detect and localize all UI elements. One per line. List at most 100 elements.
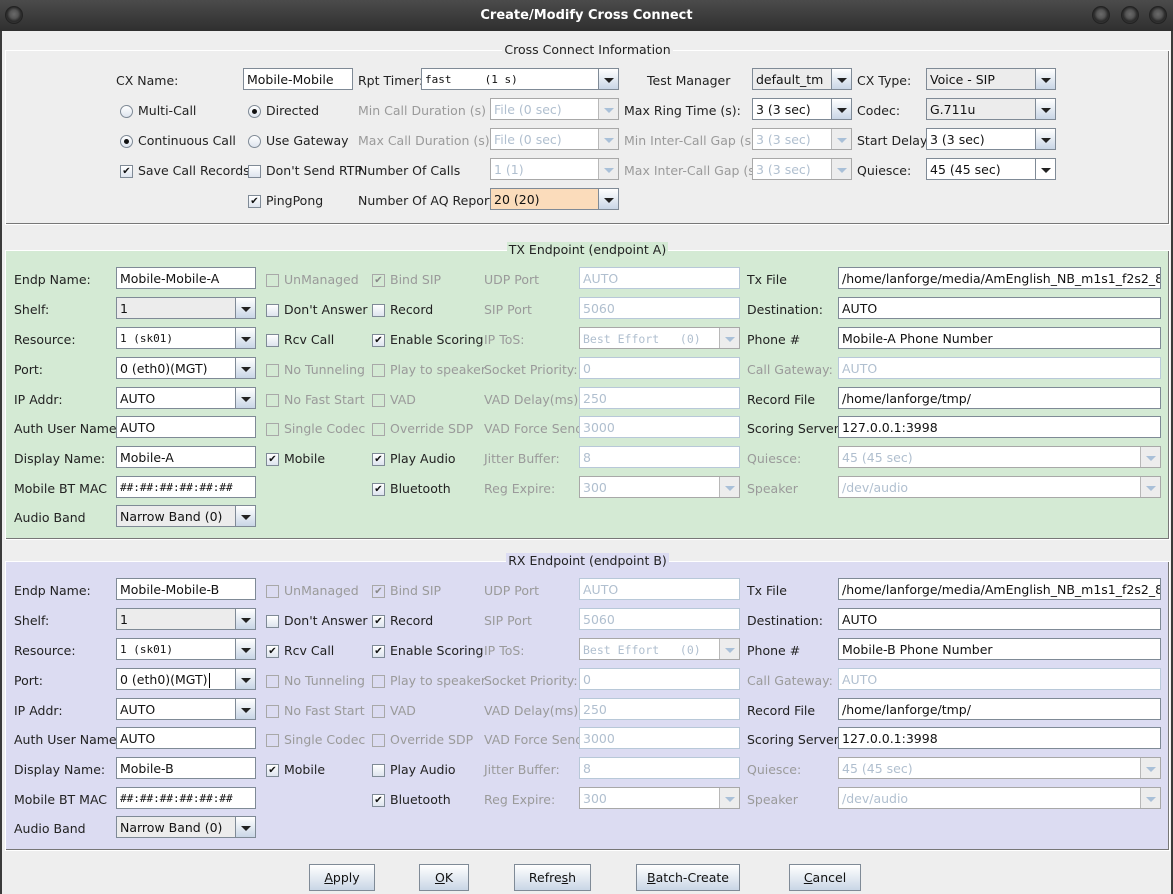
refresh-button[interactable]: Refresh (514, 864, 591, 891)
phone-input[interactable]: Mobile-B Phone Number (838, 638, 1161, 660)
port-select[interactable]: 0 (eth0)(MGT) (116, 357, 256, 379)
checkbox-icon (266, 674, 279, 688)
destination-input[interactable]: AUTO (838, 608, 1161, 630)
tx-file-input[interactable]: /home/lanforge/media/AmEnglish_NB_m1s1_f… (838, 267, 1161, 289)
destination-input[interactable]: AUTO (838, 297, 1161, 319)
window-title: Create/Modify Cross Connect (480, 8, 693, 23)
chevron-down-icon[interactable] (235, 699, 255, 719)
directed-radio[interactable]: Directed (248, 100, 319, 122)
bt-mac-input[interactable]: ##:##:##:##:##:## (116, 787, 256, 809)
group-title: RX Endpoint (endpoint B) (506, 553, 669, 568)
chevron-down-icon[interactable] (1035, 129, 1055, 149)
enable-scoring-checkbox[interactable]: ✔ Enable Scoring (372, 329, 483, 351)
record-file-input[interactable]: /home/lanforge/tmp/ (838, 387, 1161, 409)
checkbox-icon (372, 422, 385, 436)
apply-button[interactable]: Apply (309, 864, 375, 891)
port-select[interactable]: 0 (eth0)(MGT) (116, 668, 256, 690)
chevron-down-icon[interactable] (235, 506, 255, 526)
checkbox-icon (266, 393, 279, 407)
chevron-down-icon[interactable] (235, 358, 255, 378)
checkbox-icon (372, 763, 385, 777)
play-audio-checkbox[interactable]: Play Audio (372, 759, 456, 781)
start-delay-select[interactable]: 3 (3 sec) (926, 128, 1056, 150)
aq-reports-select[interactable]: 20 (20) (490, 188, 619, 210)
dont-answer-checkbox[interactable]: Don't Answer (266, 610, 368, 632)
dont-send-rtp-checkbox[interactable]: Don't Send RTP (248, 160, 362, 182)
bind-sip-checkbox: ✔ Bind SIP (372, 580, 441, 602)
auth-user-input[interactable]: AUTO (116, 727, 256, 749)
rpt-timer-select[interactable]: fast (1 s) (421, 68, 619, 90)
max-inter-call-gap-label: Max Inter-Call Gap (s): (624, 163, 764, 178)
play-audio-checkbox[interactable]: ✔ Play Audio (372, 448, 456, 470)
save-call-records-checkbox[interactable]: ✔ Save Call Records (120, 160, 250, 182)
batch-create-button[interactable]: Batch-Create (636, 864, 740, 891)
chevron-down-icon[interactable] (235, 328, 255, 348)
chevron-down-icon[interactable] (235, 817, 255, 837)
group-title: Cross Connect Information (502, 42, 673, 57)
audio-band-select[interactable]: Narrow Band (0) (116, 505, 256, 527)
endp-name-input[interactable]: Mobile-Mobile-B (116, 578, 256, 600)
chevron-down-icon[interactable] (235, 388, 255, 408)
chevron-down-icon[interactable] (598, 69, 618, 89)
resource-select[interactable]: 1 (sk01) (116, 327, 256, 349)
rcv-call-checkbox[interactable]: Rcv Call (266, 329, 334, 351)
chevron-down-icon[interactable] (1035, 159, 1055, 179)
bluetooth-checkbox[interactable]: ✔ Bluetooth (372, 478, 451, 500)
continuous-call-radio[interactable]: Continuous Call (120, 130, 236, 152)
cx-type-select[interactable]: Voice - SIP (926, 68, 1056, 90)
call-gateway-label: Call Gateway: (747, 362, 833, 377)
phone-input[interactable]: Mobile-A Phone Number (838, 327, 1161, 349)
display-name-input[interactable]: Mobile-A (116, 446, 256, 468)
window-menu-button[interactable] (5, 6, 23, 24)
scoring-server-input[interactable]: 127.0.0.1:3998 (838, 727, 1161, 749)
chevron-down-icon[interactable] (235, 298, 255, 318)
chevron-down-icon[interactable] (235, 609, 255, 629)
codec-select[interactable]: G.711u (926, 98, 1056, 120)
chevron-down-icon[interactable] (235, 669, 255, 689)
shelf-select[interactable]: 1 (116, 608, 256, 630)
auth-user-input[interactable]: AUTO (116, 416, 256, 438)
maximize-button[interactable] (1121, 6, 1139, 24)
audio-band-select[interactable]: Narrow Band (0) (116, 816, 256, 838)
mobile-checkbox[interactable]: ✔ Mobile (266, 448, 325, 470)
chevron-down-icon[interactable] (235, 639, 255, 659)
checkbox-icon (372, 674, 385, 688)
rcv-call-checkbox[interactable]: ✔ Rcv Call (266, 640, 334, 662)
bt-mac-input[interactable]: ##:##:##:##:##:## (116, 476, 256, 498)
quiesce-select[interactable]: 45 (45 sec) (926, 158, 1056, 180)
mobile-checkbox[interactable]: ✔ Mobile (266, 759, 325, 781)
display-name-input[interactable]: Mobile-B (116, 757, 256, 779)
title-bar: Create/Modify Cross Connect (0, 0, 1173, 31)
pingpong-checkbox[interactable]: ✔ PingPong (248, 190, 323, 212)
record-checkbox[interactable]: Record (372, 299, 433, 321)
cancel-button[interactable]: Cancel (789, 864, 861, 891)
multi-call-radio[interactable]: Multi-Call (120, 100, 196, 122)
chevron-down-icon[interactable] (1035, 99, 1055, 119)
max-ring-time-select[interactable]: 3 (3 sec) (752, 98, 852, 120)
chevron-down-icon[interactable] (831, 69, 851, 89)
use-gateway-radio[interactable]: Use Gateway (248, 130, 349, 152)
ip-addr-select[interactable]: AUTO (116, 698, 256, 720)
ip-addr-select[interactable]: AUTO (116, 387, 256, 409)
test-manager-select[interactable]: default_tm (752, 68, 852, 90)
cx-name-input[interactable]: Mobile-Mobile (243, 68, 353, 90)
endp-name-input[interactable]: Mobile-Mobile-A (116, 267, 256, 289)
enable-scoring-checkbox[interactable]: ✔ Enable Scoring (372, 640, 483, 662)
minimize-button[interactable] (1092, 6, 1110, 24)
close-button[interactable] (1149, 6, 1167, 24)
chevron-down-icon[interactable] (1035, 69, 1055, 89)
tx-file-input[interactable]: /home/lanforge/media/AmEnglish_NB_m1s1_f… (838, 578, 1161, 600)
chevron-down-icon[interactable] (598, 189, 618, 209)
vad-checkbox: VAD (372, 389, 416, 411)
shelf-select[interactable]: 1 (116, 297, 256, 319)
chevron-down-icon[interactable] (831, 99, 851, 119)
aq-reports-label: Number Of AQ Reports (358, 193, 501, 208)
resource-select[interactable]: 1 (sk01) (116, 638, 256, 660)
scoring-server-input[interactable]: 127.0.0.1:3998 (838, 416, 1161, 438)
record-checkbox[interactable]: ✔ Record (372, 610, 433, 632)
dont-answer-checkbox[interactable]: Don't Answer (266, 299, 368, 321)
bluetooth-checkbox[interactable]: ✔ Bluetooth (372, 789, 451, 811)
record-file-input[interactable]: /home/lanforge/tmp/ (838, 698, 1161, 720)
single-codec-checkbox: Single Codec (266, 418, 365, 440)
ok-button[interactable]: OK (419, 864, 469, 891)
